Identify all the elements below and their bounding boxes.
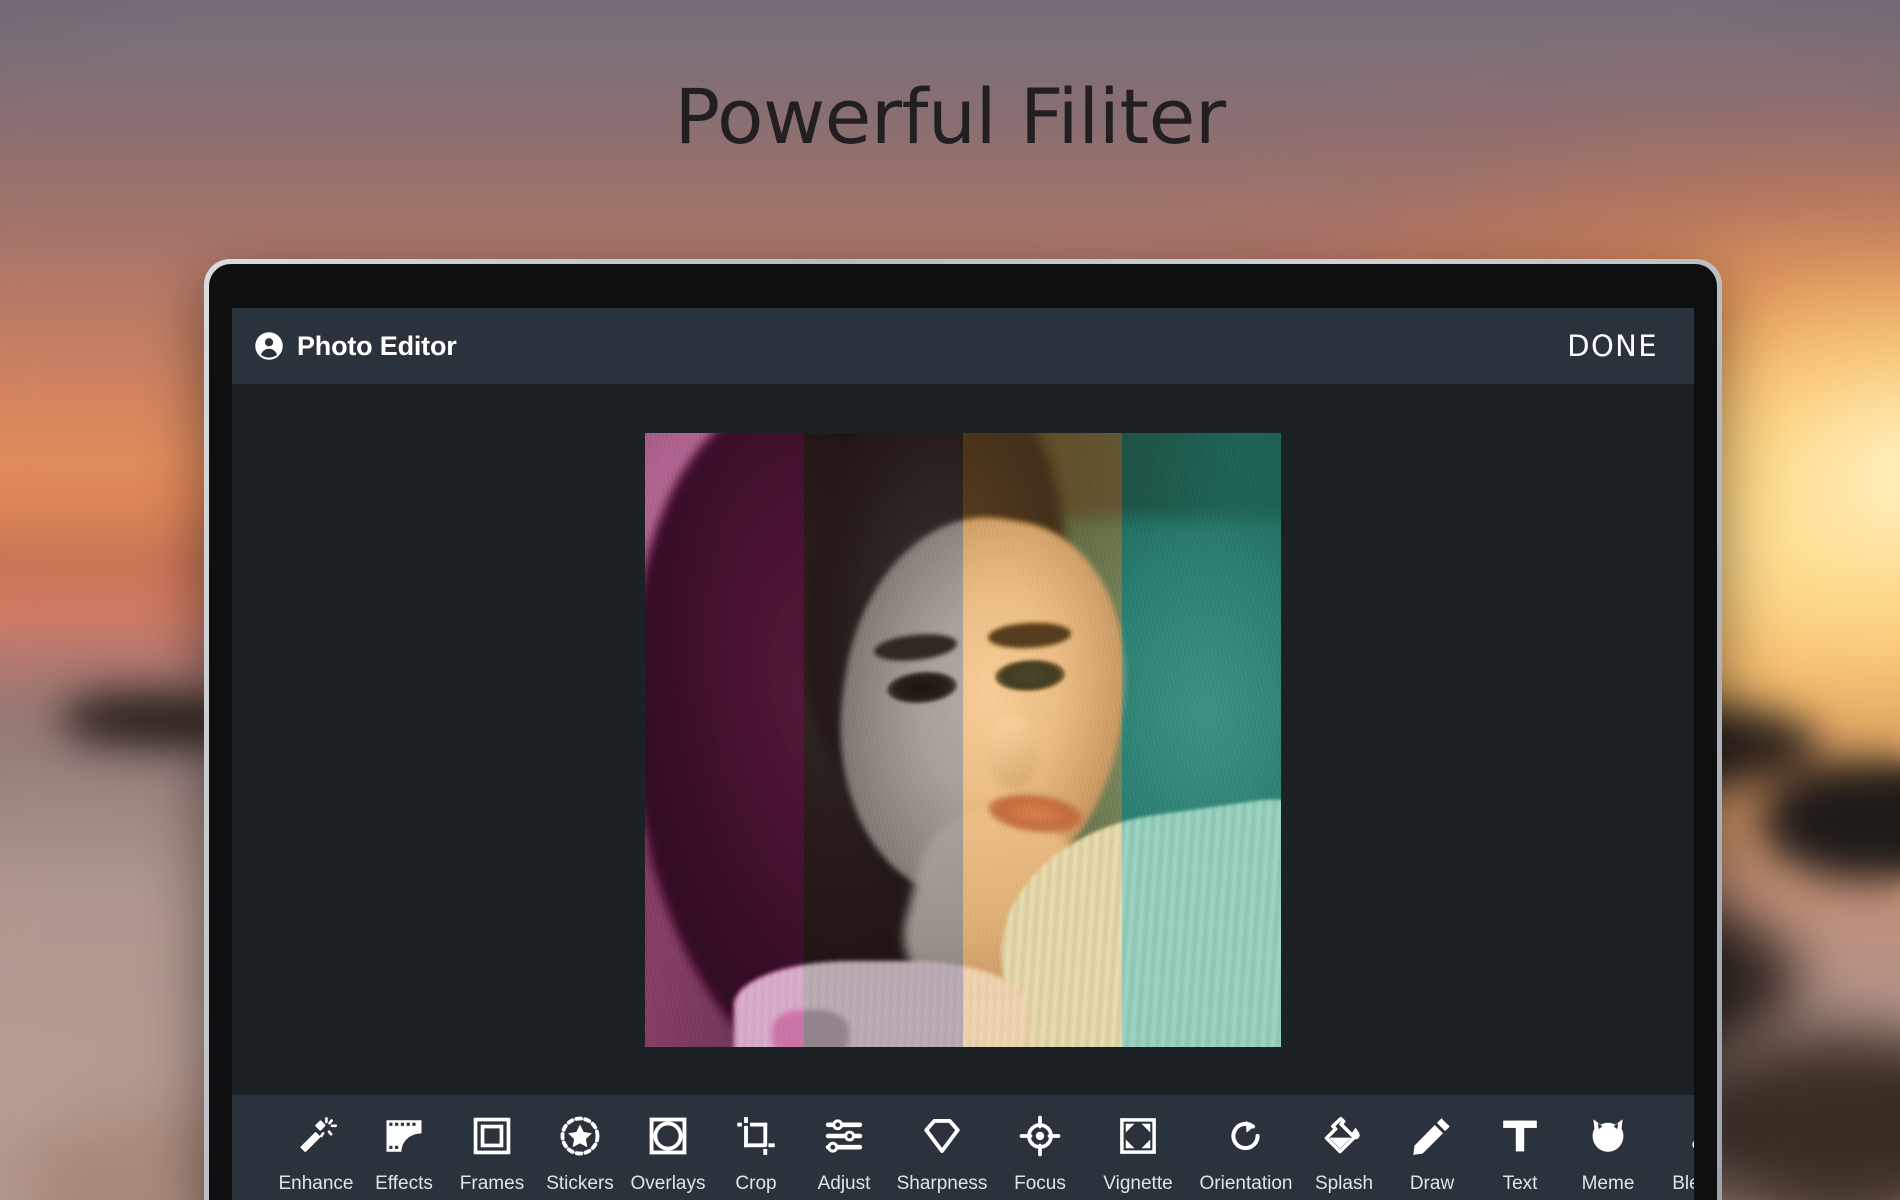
magic-wand-icon [295,1111,337,1161]
crop-icon [735,1111,777,1161]
diamond-icon [921,1111,963,1161]
tool-label: Enhance [278,1173,353,1195]
app-header: Photo Editor DONE [232,308,1694,384]
tool-sharpness[interactable]: Sharpness [888,1095,996,1195]
tool-meme[interactable]: Meme [1564,1095,1652,1195]
tool-orientation[interactable]: Orientation [1192,1095,1300,1195]
tool-label: Meme [1582,1173,1635,1195]
tool-vignette[interactable]: Vignette [1084,1095,1192,1195]
tool-stickers[interactable]: Stickers [536,1095,624,1195]
square-frame-icon [471,1111,513,1161]
tool-splash[interactable]: Splash [1300,1095,1388,1195]
pencil-icon [1411,1111,1453,1161]
edited-photo[interactable] [645,433,1281,1047]
tool-label: Crop [735,1173,776,1195]
tool-label: Stickers [546,1173,614,1195]
tool-text[interactable]: Text [1476,1095,1564,1195]
bandage-icon [1685,1111,1694,1161]
tool-label: Effects [375,1173,433,1195]
tool-focus[interactable]: Focus [996,1095,1084,1195]
sliders-icon [823,1111,865,1161]
app-screen: Photo Editor DONE [232,308,1694,1200]
account-circle-icon [254,331,284,361]
tool-label: Sharpness [897,1173,988,1195]
tool-label: Blemish [1672,1173,1694,1195]
tool-crop[interactable]: Crop [712,1095,800,1195]
tool-label: Orientation [1200,1173,1293,1195]
rotate-clockwise-icon [1225,1111,1267,1161]
tool-overlays[interactable]: Overlays [624,1095,712,1195]
tool-effects[interactable]: Effects [360,1095,448,1195]
app-brand: Photo Editor [254,331,457,362]
tool-label: Text [1503,1173,1538,1195]
tool-label: Overlays [631,1173,706,1195]
corners-frame-icon [1117,1111,1159,1161]
cat-face-icon [1587,1111,1629,1161]
tool-frames[interactable]: Frames [448,1095,536,1195]
hero-title: Powerful Filiter [0,72,1900,161]
star-dashed-circle-icon [559,1111,601,1161]
photo-canvas-area [232,384,1694,1095]
tool-label: Adjust [818,1173,871,1195]
text-t-icon [1499,1111,1541,1161]
circle-in-square-icon [647,1111,689,1161]
app-title: Photo Editor [297,331,457,362]
done-button[interactable]: DONE [1567,329,1658,363]
tool-label: Focus [1014,1173,1066,1195]
tool-label: Splash [1315,1173,1373,1195]
tool-label: Vignette [1103,1173,1172,1195]
film-strip-icon [383,1111,425,1161]
tool-label: Frames [460,1173,524,1195]
tool-label: Draw [1410,1173,1454,1195]
laptop-mockup: Photo Editor DONE [204,259,1722,1200]
photo-grain [645,433,1281,1047]
crosshair-icon [1019,1111,1061,1161]
tool-blemish[interactable]: Blemish [1652,1095,1694,1195]
tool-enhance[interactable]: Enhance [272,1095,360,1195]
paint-bucket-icon [1323,1111,1365,1161]
tool-adjust[interactable]: Adjust [800,1095,888,1195]
editor-toolbar[interactable]: Enhance Effects [232,1095,1694,1200]
tool-draw[interactable]: Draw [1388,1095,1476,1195]
